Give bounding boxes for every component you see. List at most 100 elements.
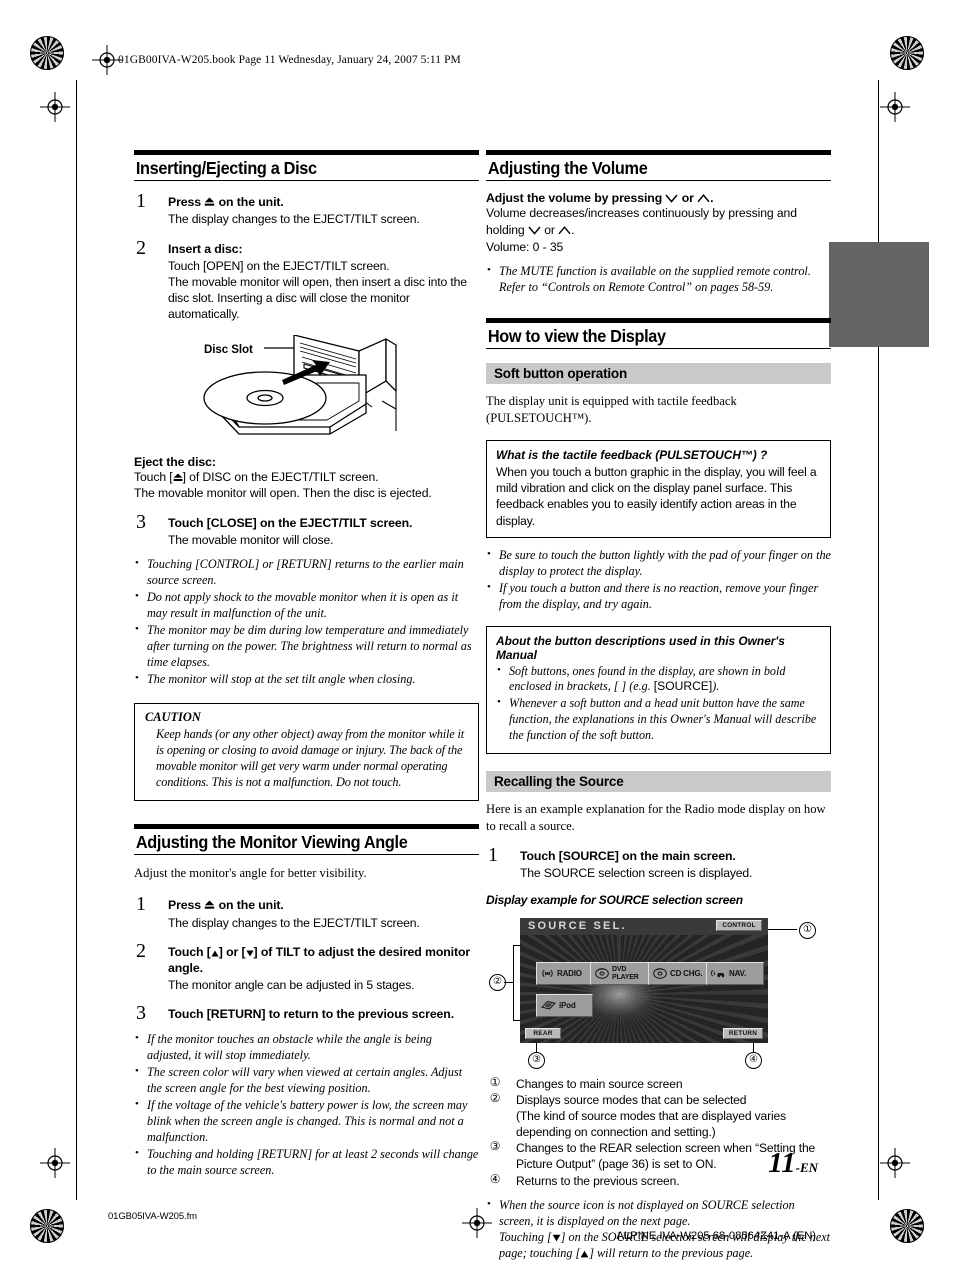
source-selection-screen[interactable]: SOURCE SEL. CONTROL RADIO DVD PLAYER CD … (520, 918, 768, 1044)
source-selection-screen-figure: ① ② ③ ④ SOURCE SEL. CONTROL RADIO DVD PL… (486, 912, 831, 1072)
control-button[interactable]: CONTROL (716, 920, 762, 932)
step-heading-post: on the main screen. (618, 848, 736, 863)
volume-lead-mid: or (678, 191, 698, 206)
step-heading-pre: Touch [ (168, 944, 211, 959)
radio-wave-icon (542, 969, 553, 978)
volume-lead-pre: Adjust the volume by pressing (486, 191, 666, 206)
chevron-up-icon (697, 194, 710, 203)
step-body: The display changes to the EJECT/TILT sc… (168, 212, 420, 227)
source-button-dvd-player[interactable]: DVD PLAYER (590, 962, 651, 986)
callout-3: ③ (528, 1052, 545, 1070)
step-number: 3 (136, 511, 146, 534)
registration-spot-top-left (30, 36, 64, 70)
step-heading-post: to return to the previous screen. (265, 1007, 455, 1022)
notes-list-volume: The MUTE function is available on the su… (486, 263, 831, 296)
chevron-down-icon (528, 226, 541, 235)
eject-icon (204, 197, 215, 207)
triangle-down-icon (245, 950, 254, 957)
file-slug: 01GB00IVA-W205.book Page 11 Wednesday, J… (118, 54, 461, 66)
step-heading-mid: ] or [ (218, 944, 246, 959)
caption-item: ① Changes to main source screen (486, 1076, 831, 1092)
source-button-label: iPod (559, 1000, 576, 1010)
navigation-car-icon (711, 970, 725, 978)
caption-text: Returns to the previous screen. (516, 1173, 680, 1188)
footer-doc-id: ALPINE IVA-W205 68-08564Z41-A (EN) (616, 1230, 816, 1242)
registration-spot-top-right (890, 36, 924, 70)
registration-mark-left-upper (40, 92, 70, 122)
caption-number: ③ (489, 1139, 501, 1154)
volume-body-mid: or (540, 222, 559, 237)
volume-body-post: . (571, 222, 575, 237)
note-item: Soft buttons, ones found in the display,… (496, 663, 821, 696)
callout-1: ① (799, 922, 816, 940)
eject-disc-heading: Eject the disc: (134, 454, 216, 469)
disc-slot-label: Disc Slot (204, 342, 253, 356)
note-item: Touching [CONTROL] or [RETURN] returns t… (134, 556, 479, 589)
disc-icon (653, 968, 667, 979)
callout-4: ④ (745, 1052, 762, 1070)
page-number-value: 11 (768, 1147, 796, 1179)
step-heading: Touch [] or [] of TILT to adjust the des… (168, 944, 479, 976)
soft-button-close: [CLOSE] (206, 516, 257, 531)
screen-title: SOURCE SEL. (528, 920, 627, 933)
caution-box: CAUTION Keep hands (or any other object)… (134, 703, 479, 802)
monitor-angle-intro: Adjust the monitor's angle for better vi… (134, 866, 367, 881)
step-1-press-eject-angle: 1 Press on the unit. The display changes… (134, 893, 479, 930)
chevron-down-icon (665, 194, 679, 203)
step-body: The movable monitor will close. (168, 533, 334, 548)
note-line-1: When the source icon is not displayed on… (499, 1197, 795, 1228)
section-heading-adjusting-volume: Adjusting the Volume (486, 150, 831, 182)
section-heading-monitor-angle: Adjusting the Monitor Viewing Angle (134, 824, 479, 856)
page-number-suffix: -EN (795, 1160, 818, 1175)
soft-button-return: [RETURN] (206, 1007, 266, 1022)
source-button-cd-changer[interactable]: CD CHG. (648, 962, 709, 986)
step-heading-pre: Touch (520, 848, 559, 863)
step-body: The monitor angle can be adjusted in 5 s… (168, 978, 415, 993)
volume-lead: Adjust the volume by pressing or . (486, 191, 831, 205)
volume-range: Volume: 0 - 35 (486, 239, 564, 254)
note-line-2-post: ] will return to the previous page. (589, 1245, 754, 1260)
note-item: Be sure to touch the button lightly with… (486, 547, 831, 580)
eject-icon (204, 900, 215, 910)
caution-title: CAUTION (145, 710, 201, 725)
notes-list-inserting: Touching [CONTROL] or [RETURN] returns t… (134, 556, 479, 688)
eject-disc-body-2: The movable monitor will open. Then the … (134, 486, 432, 501)
step-number: 1 (488, 843, 498, 866)
step-heading-post: on the unit. (215, 898, 284, 913)
source-button-label: NAV. (729, 968, 746, 978)
note-item: Do not apply shock to the movable monito… (134, 589, 479, 622)
step-heading: Touch [SOURCE] on the main screen. (520, 848, 831, 864)
step-number: 3 (136, 1002, 146, 1025)
manual-page: 01GB00IVA-W205.book Page 11 Wednesday, J… (0, 0, 954, 1278)
step-body: The display changes to the EJECT/TILT sc… (168, 915, 420, 930)
soft-button-source: [SOURCE] (558, 848, 619, 863)
step-heading-pre: Touch (168, 516, 207, 531)
source-button-label: CD CHG. (670, 968, 703, 978)
triangle-up-icon (211, 950, 219, 957)
subhead-soft-button-operation: Soft button operation (486, 363, 831, 385)
caption-number: ② (489, 1091, 501, 1106)
eject-body-post: ] of DISC on the EJECT/TILT screen. (182, 469, 379, 484)
pulsetouch-box-title: What is the tactile feedback (PULSETOUCH… (496, 448, 768, 463)
note-item: Touching and holding [RETURN] for at lea… (134, 1146, 479, 1179)
button-descriptions-title: About the button descriptions used in th… (496, 633, 785, 662)
callout-1-leader (767, 929, 797, 931)
right-column: Adjusting the Volume Adjust the volume b… (486, 150, 831, 1263)
return-button[interactable]: RETURN (723, 1028, 763, 1040)
note-item: If the voltage of the vehicle's battery … (134, 1097, 479, 1146)
ipod-icon (541, 1001, 556, 1010)
notes-list-soft-button: Be sure to touch the button lightly with… (486, 547, 831, 613)
screen-background-graphic (520, 935, 768, 1044)
source-button-ipod[interactable]: iPod (536, 994, 593, 1018)
step-body: Touch [OPEN] on the EJECT/TILT screen. T… (168, 258, 467, 322)
source-button-radio[interactable]: RADIO (536, 962, 593, 986)
step-heading-post: on the unit. (215, 195, 284, 210)
pulsetouch-info-box: What is the tactile feedback (PULSETOUCH… (486, 440, 831, 538)
step-heading-pre: Touch (168, 1007, 207, 1022)
note-item: The screen color will vary when viewed a… (134, 1064, 479, 1097)
source-button-navigation[interactable]: NAV. (706, 962, 764, 986)
step-heading-pre: Press (168, 195, 205, 210)
caution-text: Keep hands (or any other object) away fr… (156, 727, 465, 790)
rear-button[interactable]: REAR (525, 1028, 561, 1040)
step-heading: Touch [RETURN] to return to the previous… (168, 1006, 479, 1022)
